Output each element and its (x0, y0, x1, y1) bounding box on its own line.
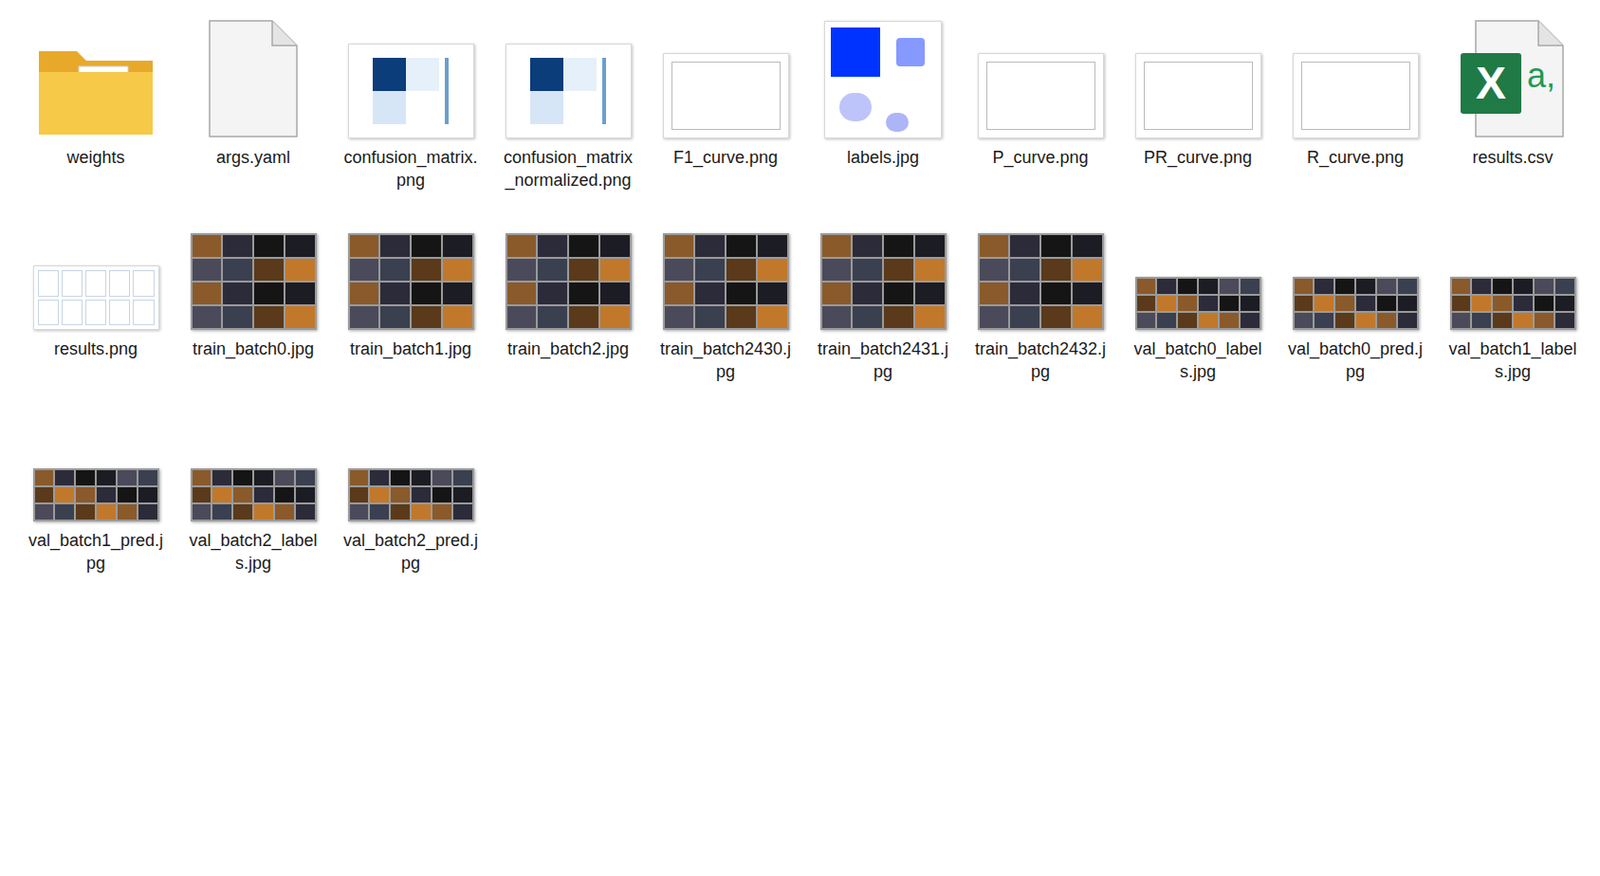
file-name[interactable]: confusion_matrix.png (341, 146, 480, 192)
file-item[interactable]: val_batch2_labels.jpg (174, 396, 332, 575)
icon-area (496, 204, 640, 331)
file-name[interactable]: train_batch2.jpg (498, 337, 638, 361)
thumbnail-icon (662, 53, 790, 139)
file-item[interactable]: train_batch2430.jpg (646, 204, 805, 384)
file-name[interactable]: train_batch0.jpg (183, 337, 323, 361)
file-item[interactable]: PR_curve.png (1119, 13, 1277, 192)
file-name[interactable]: val_batch2_pred.jpg (341, 529, 480, 575)
file-item[interactable]: val_batch1_labels.jpg (1434, 204, 1592, 384)
file-name[interactable]: val_batch0_labels.jpg (1128, 337, 1268, 384)
icon-area (496, 13, 640, 139)
file-name[interactable]: weights (26, 146, 166, 169)
file-item[interactable]: train_batch0.jpg (174, 204, 332, 384)
thumbnail-icon (33, 265, 160, 331)
file-item[interactable]: labels.jpg (804, 13, 962, 192)
document-icon (207, 18, 299, 139)
thumbnail-icon (505, 233, 632, 331)
file-name[interactable]: confusion_matrix_normalized.png (498, 146, 638, 192)
thumbnail-icon (33, 468, 160, 522)
icon-area (1284, 204, 1427, 331)
icon-area (182, 396, 325, 522)
file-name[interactable]: val_batch1_labels.jpg (1443, 337, 1582, 384)
file-name[interactable]: labels.jpg (813, 146, 953, 169)
icon-area (811, 204, 955, 331)
file-item[interactable]: confusion_matrix_normalized.png (489, 13, 647, 192)
file-name[interactable]: train_batch1.jpg (341, 337, 480, 361)
file-item[interactable]: F1_curve.png (646, 13, 805, 192)
thumbnail-icon (348, 233, 475, 331)
icon-area (339, 204, 482, 331)
excel-badge: X (1460, 53, 1522, 114)
file-item[interactable]: weights (17, 13, 175, 192)
icon-area (969, 13, 1112, 139)
icon-area (24, 13, 167, 139)
icon-area (182, 13, 325, 139)
file-name[interactable]: train_batch2431.jpg (813, 337, 953, 384)
icon-area (654, 204, 797, 331)
icon-area (24, 396, 167, 522)
thumbnail-icon (820, 233, 947, 331)
icon-area (1284, 13, 1427, 139)
file-item[interactable]: R_curve.png (1276, 13, 1435, 192)
file-name[interactable]: train_batch2432.jpg (971, 337, 1110, 384)
icon-area: Xa, (1441, 13, 1584, 139)
file-name[interactable]: R_curve.png (1286, 146, 1425, 169)
file-item[interactable]: train_batch2431.jpg (804, 204, 962, 384)
thumbnail-icon (190, 233, 317, 331)
icon-area (811, 13, 955, 139)
file-item[interactable]: train_batch2.jpg (489, 204, 647, 384)
thumbnail-icon (1135, 53, 1262, 139)
icon-area (654, 13, 797, 139)
thumbnail-icon (824, 20, 942, 139)
icon-area (182, 204, 325, 331)
file-name[interactable]: val_batch1_pred.jpg (26, 529, 166, 575)
file-item[interactable]: train_batch1.jpg (331, 204, 490, 384)
file-name[interactable]: results.png (26, 337, 166, 361)
file-name[interactable]: val_batch0_pred.jpg (1286, 337, 1425, 384)
icon-area (339, 13, 482, 139)
file-name[interactable]: results.csv (1443, 146, 1582, 169)
file-name[interactable]: F1_curve.png (656, 146, 795, 169)
file-item[interactable]: val_batch1_pred.jpg (17, 396, 175, 575)
file-name[interactable]: PR_curve.png (1128, 146, 1268, 169)
thumbnail-icon (348, 43, 475, 139)
thumbnail-icon (505, 43, 632, 139)
icon-area (1126, 13, 1269, 139)
icon-area (1126, 204, 1269, 331)
thumbnail-icon (1450, 276, 1577, 331)
file-name[interactable]: train_batch2430.jpg (656, 337, 795, 384)
spreadsheet-icon: Xa, (1460, 18, 1565, 139)
file-item[interactable]: val_batch2_pred.jpg (331, 396, 490, 575)
icon-area (969, 204, 1112, 331)
file-item[interactable]: val_batch0_pred.jpg (1276, 204, 1435, 384)
file-name[interactable]: P_curve.png (971, 146, 1110, 169)
thumbnail-icon (1292, 53, 1419, 139)
thumbnail-icon (1292, 276, 1419, 331)
thumbnail-icon (977, 233, 1104, 331)
file-item[interactable]: confusion_matrix.png (331, 13, 490, 192)
thumbnail-icon (190, 468, 317, 522)
excel-mark: a, (1526, 58, 1556, 93)
thumbnail-icon (1135, 276, 1262, 331)
file-item[interactable]: train_batch2432.jpg (961, 204, 1120, 384)
file-item[interactable]: args.yaml (174, 13, 332, 192)
thumbnail-icon (977, 53, 1104, 139)
file-item[interactable]: val_batch0_labels.jpg (1119, 204, 1277, 384)
file-item[interactable]: Xa, results.csv (1434, 13, 1592, 192)
folder-icon (35, 43, 157, 139)
file-item[interactable]: P_curve.png (961, 13, 1120, 192)
icon-area (1441, 204, 1584, 331)
file-name[interactable]: val_batch2_labels.jpg (183, 529, 323, 575)
file-item[interactable]: results.png (17, 204, 175, 384)
file-grid: weights args.yaml confusion_matrix.png conf… (0, 0, 1594, 589)
icon-area (339, 396, 482, 522)
thumbnail-icon (348, 468, 475, 522)
file-name[interactable]: args.yaml (183, 146, 323, 169)
thumbnail-icon (662, 233, 790, 331)
icon-area (24, 204, 167, 331)
